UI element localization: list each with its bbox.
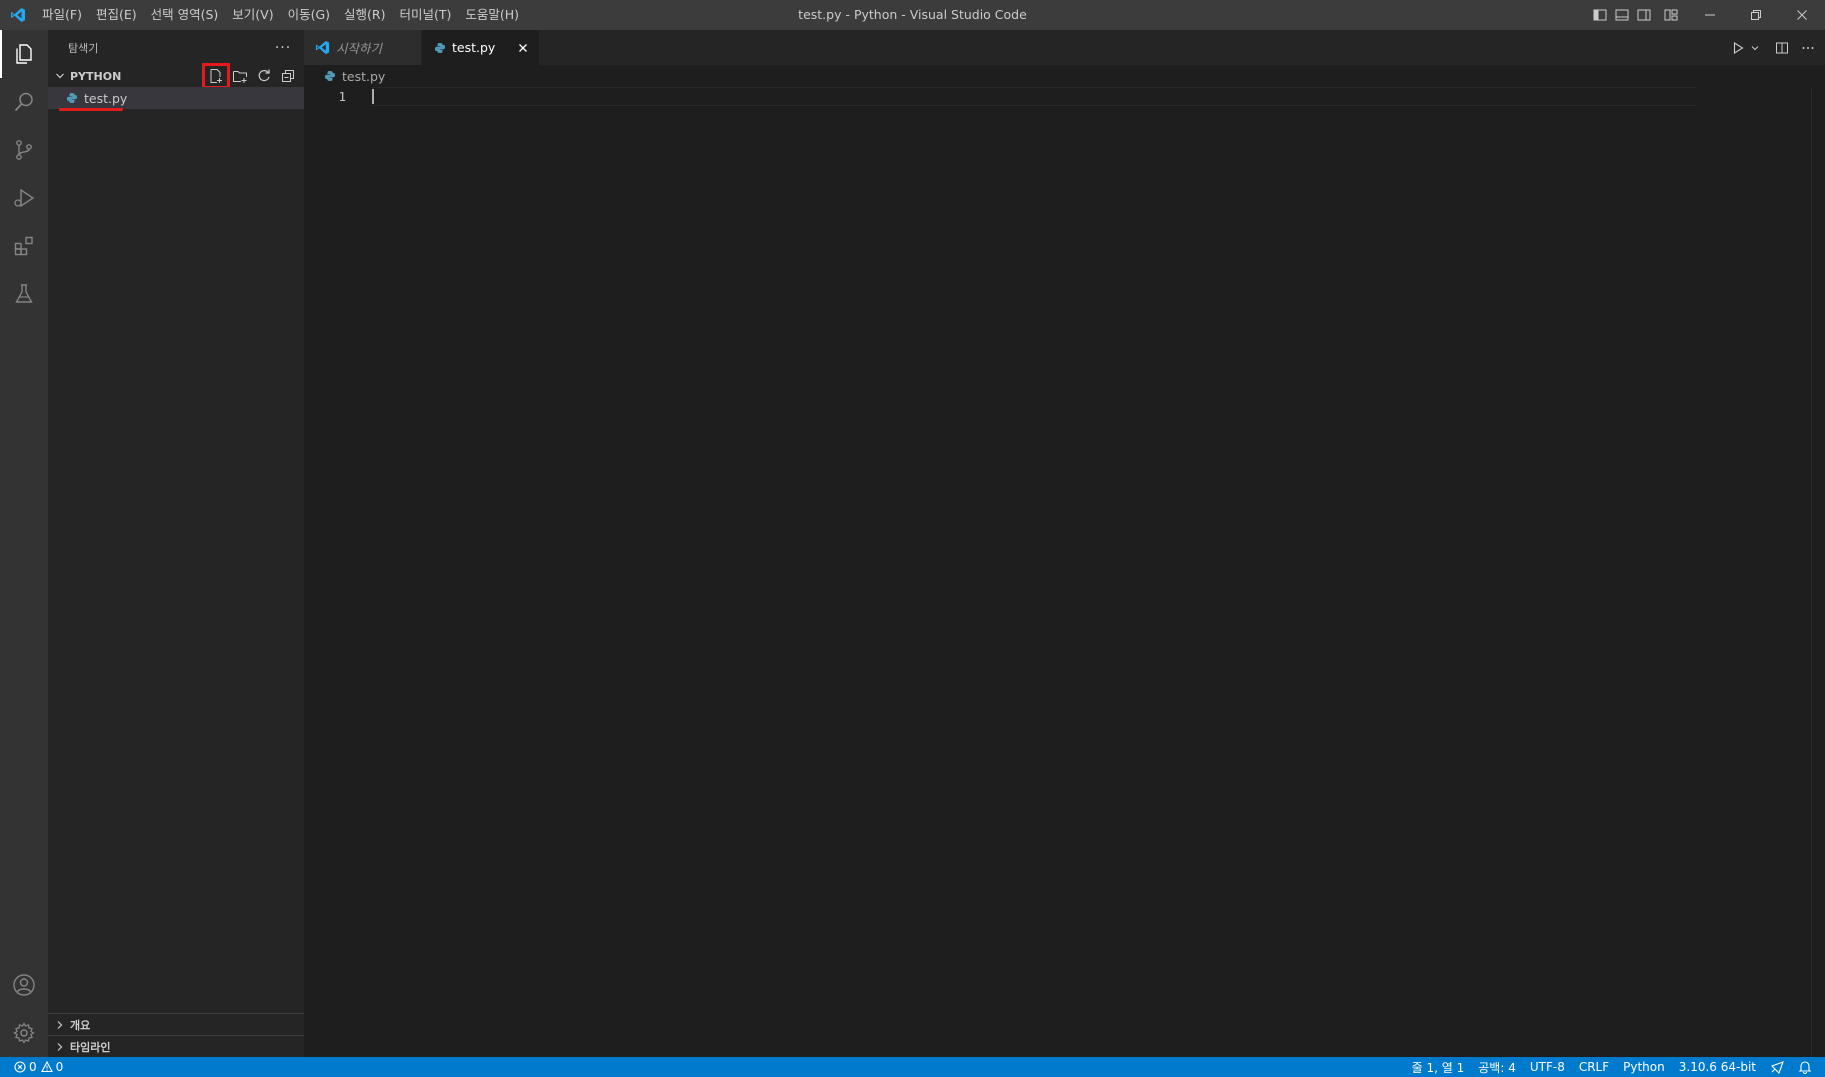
red-underline-annotation [59,108,123,111]
toggle-primary-sidebar-icon[interactable] [1589,0,1611,30]
tab-welcome[interactable]: 시작하기 [304,30,422,65]
indentation[interactable]: 공백: 4 [1471,1057,1523,1077]
menu-terminal[interactable]: 터미널(T) [393,0,459,30]
language-mode[interactable]: Python [1616,1057,1672,1077]
split-editor-icon[interactable] [1769,37,1795,59]
toggle-secondary-sidebar-icon[interactable] [1633,0,1655,30]
menu-bar: 파일(F) 편집(E) 선택 영역(S) 보기(V) 이동(G) 실행(R) 터… [35,0,526,30]
search-icon[interactable] [0,78,48,126]
error-icon [14,1061,26,1073]
menu-edit[interactable]: 편집(E) [89,0,144,30]
folder-section-header[interactable]: PYTHON [48,63,304,89]
sidebar-bottom-sections: 개요 타임라인 [48,1013,304,1057]
tab-label: test.py [452,40,496,55]
menu-selection[interactable]: 선택 영역(S) [144,0,226,30]
python-file-icon [64,90,80,106]
new-folder-icon[interactable] [228,65,252,87]
testing-icon[interactable] [0,270,48,318]
warning-count: 0 [55,1060,64,1074]
activity-bar [0,30,48,1057]
chevron-right-icon [52,1017,68,1033]
python-file-icon [434,40,446,56]
menu-help[interactable]: 도움말(H) [458,0,526,30]
settings-gear-icon[interactable] [0,1009,48,1057]
restore-icon[interactable] [1733,0,1779,30]
explorer-sidebar: 탐색기 ··· PYTHON test.py 개요 타임라인 [48,30,304,1057]
feedback-icon[interactable] [1763,1057,1791,1077]
refresh-icon[interactable] [252,65,276,87]
more-actions-icon[interactable]: ··· [272,37,294,59]
outline-section-header[interactable]: 개요 [48,1013,304,1035]
explorer-icon[interactable] [0,30,48,78]
run-python-file-icon[interactable] [1728,37,1748,59]
breadcrumb: test.py [304,65,1825,87]
menu-go[interactable]: 이동(G) [281,0,337,30]
code-editor[interactable]: 1 [304,87,1825,987]
source-control-icon[interactable] [0,126,48,174]
collapse-all-icon[interactable] [276,65,300,87]
code-line: 1 [304,87,1699,106]
editor-actions [1728,30,1821,65]
vscode-logo-icon [0,0,35,30]
chevron-down-icon[interactable] [1748,37,1769,59]
editor-area: 시작하기 test.py test.py 1 [304,30,1825,1057]
more-actions-icon[interactable] [1795,37,1821,59]
error-count: 0 [29,1060,37,1074]
end-of-line[interactable]: CRLF [1572,1057,1616,1077]
close-tab-icon[interactable] [517,38,529,58]
sidebar-header: 탐색기 ··· [48,30,304,65]
customize-layout-icon[interactable] [1655,0,1687,30]
folder-name: PYTHON [70,69,122,83]
text-cursor [372,89,374,104]
file-name: test.py [84,90,128,106]
toggle-panel-icon[interactable] [1611,0,1633,30]
vertical-scrollbar[interactable] [1811,87,1825,1057]
line-number: 1 [338,89,346,104]
vscode-logo-icon [314,40,330,56]
menu-file[interactable]: 파일(F) [35,0,89,30]
tab-label: 시작하기 [336,41,383,56]
minimize-icon[interactable] [1687,0,1733,30]
title-bar: 파일(F) 편집(E) 선택 영역(S) 보기(V) 이동(G) 실행(R) 터… [0,0,1825,30]
python-interpreter[interactable]: 3.10.6 64-bit [1672,1057,1763,1077]
run-debug-icon[interactable] [0,174,48,222]
warning-icon [40,1061,53,1073]
chevron-down-icon [52,68,68,84]
breadcrumb-file[interactable]: test.py [342,69,385,84]
title-bar-controls [1589,0,1825,30]
sidebar-title: 탐색기 [68,41,99,55]
timeline-section-header[interactable]: 타임라인 [48,1035,304,1057]
problems-status[interactable]: 0 0 [0,1057,63,1077]
chevron-right-icon [52,1039,68,1055]
cursor-position[interactable]: 줄 1, 열 1 [1405,1057,1472,1077]
notifications-bell-icon[interactable] [1791,1057,1819,1077]
outline-section-label: 개요 [70,1018,91,1032]
file-encoding[interactable]: UTF-8 [1523,1057,1572,1077]
status-bar: 0 0 줄 1, 열 1 공백: 4 UTF-8 CRLF Python 3.1… [0,1057,1825,1077]
new-file-icon[interactable] [202,63,230,89]
status-bar-right: 줄 1, 열 1 공백: 4 UTF-8 CRLF Python 3.10.6 … [1405,1057,1819,1077]
folder-actions [202,63,300,89]
python-file-icon [322,68,338,84]
current-line-highlight[interactable] [372,87,1697,106]
tab-test-py[interactable]: test.py [422,30,540,65]
account-icon[interactable] [0,961,48,1009]
extensions-icon[interactable] [0,222,48,270]
menu-run[interactable]: 실행(R) [337,0,392,30]
close-window-icon[interactable] [1779,0,1825,30]
file-tree-item[interactable]: test.py [48,87,304,111]
timeline-section-label: 타임라인 [70,1040,111,1054]
menu-view[interactable]: 보기(V) [225,0,280,30]
editor-tabs: 시작하기 test.py [304,30,1825,65]
